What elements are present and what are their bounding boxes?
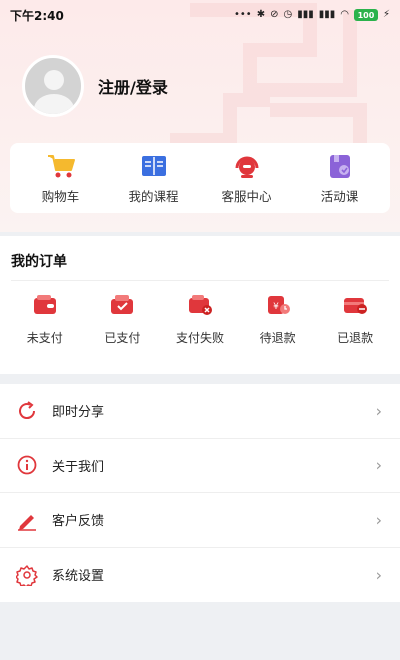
signal-icon: ▮▮▮: [297, 9, 314, 20]
svg-text:¥: ¥: [273, 302, 279, 312]
book-icon: [141, 155, 166, 176]
menu-item-label: 客户反馈: [52, 514, 105, 530]
chevron-right-icon: ›: [375, 510, 382, 530]
order-label: 已退款: [337, 331, 374, 345]
order-label: 支付失败: [175, 331, 224, 345]
order-failed[interactable]: 支付失败: [164, 294, 236, 346]
feedback-pen-icon: [18, 514, 36, 531]
quick-item-label: 购物车: [41, 188, 80, 204]
charging-icon: ⚡: [382, 9, 390, 20]
orders-title: 我的订单: [11, 254, 67, 270]
quick-item-courses[interactable]: 我的课程: [110, 152, 198, 205]
profile-header[interactable]: 注册/登录: [22, 55, 168, 117]
menu-item-label: 关于我们: [52, 459, 105, 475]
alarm-icon: ◷: [283, 9, 293, 20]
menu-item-share[interactable]: 即时分享 ›: [0, 384, 400, 439]
menu-item-label: 系统设置: [52, 569, 105, 585]
wifi-icon: ◠: [340, 9, 349, 20]
signal-icon: ▮▮▮: [318, 9, 336, 20]
order-label: 待退款: [259, 331, 296, 345]
order-label: 已支付: [104, 331, 141, 345]
mute-icon: ⊘: [270, 9, 279, 20]
battery-icon: 100: [353, 9, 378, 21]
wallet-unpaid-icon: [33, 295, 56, 314]
order-refund-pending[interactable]: ¥ 待退款: [242, 294, 314, 346]
order-status-row: 未支付 已支付 支付失败 ¥ 待退款 已退款: [0, 294, 400, 346]
order-label: 未支付: [26, 331, 63, 345]
status-time: 下午2:40: [10, 8, 64, 23]
quick-item-label: 客服中心: [221, 188, 272, 204]
profile-page: 下午2:40 ••• ✱ ⊘ ◷ ▮▮▮ ▮▮▮ ◠ 100 ⚡ 注册/登录 购…: [0, 0, 400, 660]
chevron-right-icon: ›: [375, 401, 382, 421]
refunded-icon: [344, 298, 368, 314]
menu-item-settings[interactable]: 系统设置 ›: [0, 548, 400, 603]
menu-item-feedback[interactable]: 客户反馈 ›: [0, 493, 400, 548]
dots-icon: •••: [233, 9, 252, 20]
order-paid[interactable]: 已支付: [86, 294, 158, 346]
quick-item-label: 我的课程: [128, 188, 179, 204]
quick-menu-card: 购物车 我的课程 客服中心 活动课: [10, 143, 390, 213]
order-refunded[interactable]: 已退款: [319, 294, 391, 346]
chevron-right-icon: ›: [375, 565, 382, 585]
divider: [11, 280, 389, 281]
refund-pending-icon: ¥: [267, 296, 290, 314]
chevron-right-icon: ›: [375, 455, 382, 475]
activity-icon: [329, 154, 350, 178]
settings-icon: [16, 565, 38, 586]
menu-item-about[interactable]: 关于我们 ›: [0, 439, 400, 493]
wallet-paid-icon: [111, 295, 134, 314]
quick-item-activity[interactable]: 活动课: [296, 152, 384, 205]
share-icon: [19, 400, 36, 419]
avatar[interactable]: [22, 55, 84, 117]
bluetooth-icon: ✱: [256, 9, 266, 20]
settings-menu-list: 即时分享 › 关于我们 › 客户反馈 › 系统设置 ›: [0, 384, 400, 602]
login-register-link[interactable]: 注册/登录: [98, 74, 168, 98]
quick-item-cart[interactable]: 购物车: [17, 152, 105, 205]
headset-icon: [235, 156, 258, 178]
cart-icon: [47, 154, 75, 177]
quick-item-service[interactable]: 客服中心: [203, 152, 291, 205]
order-unpaid[interactable]: 未支付: [9, 294, 81, 346]
wallet-failed-icon: [188, 295, 212, 315]
info-icon: [17, 455, 37, 475]
status-bar: 下午2:40 ••• ✱ ⊘ ◷ ▮▮▮ ▮▮▮ ◠ 100 ⚡: [0, 0, 400, 30]
quick-item-label: 活动课: [320, 188, 359, 204]
menu-item-label: 即时分享: [52, 405, 105, 421]
my-orders-section: 我的订单 未支付 已支付 支付失败 ¥ 待退款 已退款: [0, 236, 400, 374]
